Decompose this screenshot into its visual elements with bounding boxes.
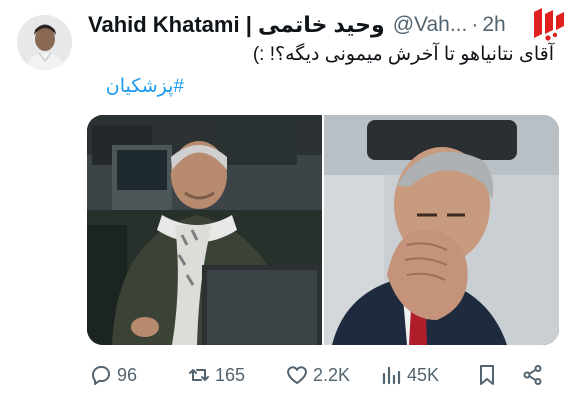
- views-icon: [382, 366, 401, 385]
- action-bar: 96 165 2.2K 45K: [87, 360, 559, 390]
- retweet-icon: [189, 369, 209, 381]
- views-button[interactable]: 45K: [379, 360, 439, 390]
- bookmark-icon: [480, 365, 494, 385]
- bookmark-button[interactable]: [475, 360, 503, 390]
- like-count: 2.2K: [313, 364, 351, 385]
- like-button[interactable]: 2.2K: [285, 360, 350, 390]
- retweet-button[interactable]: 165: [187, 360, 245, 390]
- user-handle[interactable]: @Vah...: [393, 13, 468, 37]
- retweet-count: 165: [215, 364, 246, 385]
- avatar[interactable]: [17, 15, 72, 70]
- timestamp[interactable]: 2h: [482, 13, 505, 37]
- display-name[interactable]: Vahid Khatami | وحید خاتمی: [88, 12, 385, 38]
- tweet-header: Vahid Khatami | وحید خاتمی @Vah... · 2h: [88, 10, 518, 40]
- right-photo[interactable]: [324, 115, 559, 345]
- news-agency-logo: [524, 4, 570, 42]
- tweet-media[interactable]: [87, 115, 559, 345]
- hashtag-link[interactable]: #پزشکیان: [106, 75, 184, 98]
- reply-button[interactable]: 96: [89, 360, 137, 390]
- left-photo[interactable]: [87, 115, 322, 345]
- reply-count: 96: [117, 364, 138, 385]
- separator-dot: ·: [471, 13, 479, 36]
- share-button[interactable]: [521, 360, 549, 390]
- tweet-text: آقای نتانیاهو تا آخرش میمونی دیگه؟! :): [252, 44, 554, 65]
- heart-icon: [287, 366, 307, 384]
- share-icon: [523, 365, 542, 385]
- views-count: 45K: [407, 364, 440, 385]
- reply-icon: [92, 366, 110, 385]
